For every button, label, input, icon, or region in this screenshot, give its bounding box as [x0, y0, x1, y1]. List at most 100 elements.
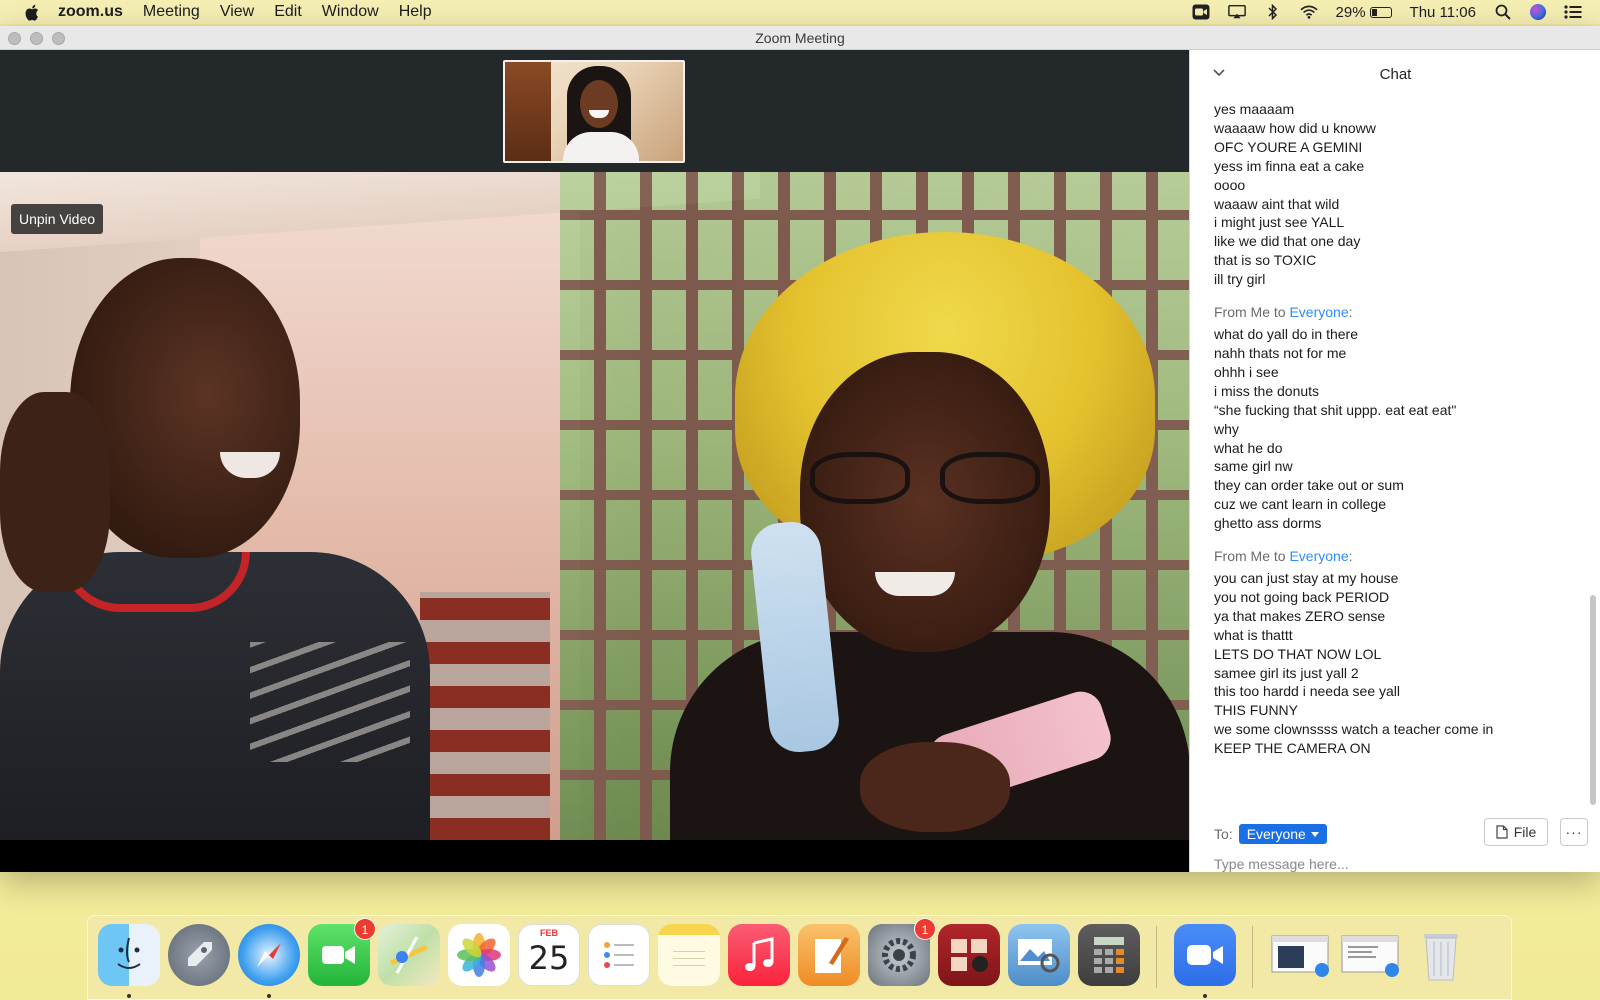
- wifi-icon[interactable]: [1299, 4, 1318, 20]
- maps-icon[interactable]: [378, 924, 440, 986]
- menu-help[interactable]: Help: [399, 3, 432, 21]
- status-area: 29% Thu 11:06: [1192, 0, 1582, 24]
- apple-menu-icon[interactable]: [16, 4, 46, 21]
- chat-message: cuz we cant learn in college: [1214, 496, 1386, 513]
- participant-video-thumbnail[interactable]: [503, 60, 685, 163]
- chat-message: you can just stay at my house: [1214, 570, 1399, 587]
- zoom-meeting-window: Zoom Meeting Unpin Video Chat yes maaaam…: [0, 26, 1600, 872]
- chat-message: this too hardd i needa see yall: [1214, 683, 1401, 700]
- chat-message: ghetto ass dorms: [1214, 515, 1322, 532]
- system-preferences-badge: 1: [914, 918, 936, 940]
- pages-icon[interactable]: [798, 924, 860, 986]
- recipient-name: Everyone: [1289, 304, 1349, 321]
- menu-app-name[interactable]: zoom.us: [58, 3, 123, 21]
- preview-icon[interactable]: [1008, 924, 1070, 986]
- clock[interactable]: Thu 11:06: [1410, 4, 1476, 21]
- to-label: To:: [1214, 826, 1233, 842]
- airplay-icon[interactable]: [1227, 4, 1246, 20]
- notes-icon[interactable]: [658, 924, 720, 986]
- facetime-icon[interactable]: 1: [308, 918, 376, 986]
- calendar-month: FEB: [540, 928, 558, 938]
- more-options-button[interactable]: ···: [1560, 818, 1588, 846]
- calculator-icon[interactable]: [1078, 924, 1140, 986]
- file-button[interactable]: File: [1484, 818, 1548, 846]
- running-indicator: [1203, 994, 1207, 998]
- menu-bar: zoom.us Meeting View Edit Window Help 29…: [0, 0, 1600, 24]
- close-window-button[interactable]: [8, 32, 21, 45]
- window-titlebar[interactable]: Zoom Meeting: [0, 26, 1600, 50]
- participant-left: [0, 252, 460, 840]
- siri-icon[interactable]: [1530, 4, 1546, 20]
- spotlight-search-icon[interactable]: [1494, 4, 1512, 20]
- safari-window-icon[interactable]: [1270, 924, 1332, 986]
- music-icon[interactable]: [728, 924, 790, 986]
- safari-icon[interactable]: [238, 924, 300, 986]
- chat-group: yes maaaam waaaaw how did u knoww OFC YO…: [1190, 100, 1600, 289]
- calendar-day: 25: [528, 939, 570, 977]
- chat-scrollbar[interactable]: [1590, 595, 1596, 805]
- chat-message: why: [1214, 420, 1239, 437]
- zoom-status-icon[interactable]: [1192, 4, 1210, 20]
- chat-message: ohhh i see: [1214, 363, 1279, 380]
- chat-message: that is so TOXIC: [1214, 252, 1317, 269]
- chat-sender-header: From Me to Everyone:: [1214, 547, 1600, 565]
- reminders-icon[interactable]: [588, 924, 650, 986]
- chat-message: yess im finna eat a cake: [1214, 157, 1365, 174]
- chat-message-list[interactable]: yes maaaam waaaaw how did u knoww OFC YO…: [1190, 100, 1600, 780]
- photo-booth-icon[interactable]: [938, 924, 1000, 986]
- recipient-row: To: Everyone: [1214, 824, 1327, 844]
- chat-message: you not going back PERIOD: [1214, 588, 1390, 605]
- chat-message: i miss the donuts: [1214, 382, 1320, 399]
- trash-icon[interactable]: [1410, 924, 1472, 986]
- chat-message: what do yall do in there: [1214, 326, 1358, 343]
- window-controls: [8, 32, 65, 45]
- chat-message: yes maaaam: [1214, 101, 1295, 117]
- video-area: Unpin Video: [0, 50, 1189, 872]
- zoom-icon[interactable]: [1174, 924, 1236, 986]
- chat-message: same girl nw: [1214, 458, 1293, 475]
- sender-suffix: :: [1348, 548, 1353, 565]
- menu-edit[interactable]: Edit: [274, 3, 302, 21]
- menu-meeting[interactable]: Meeting: [143, 3, 200, 21]
- bluetooth-icon[interactable]: [1264, 4, 1282, 20]
- battery-icon: [1369, 6, 1392, 18]
- chat-title: Chat: [1379, 66, 1412, 83]
- zoom-window-button[interactable]: [52, 32, 65, 45]
- running-indicator: [267, 994, 271, 998]
- chat-message: OFC YOURE A GEMINI: [1214, 138, 1363, 155]
- facetime-badge: 1: [354, 918, 376, 940]
- chat-message: waaaaw how did u knoww: [1214, 119, 1376, 136]
- finder-icon[interactable]: [98, 924, 160, 986]
- caret-down-icon: [1310, 831, 1319, 837]
- minimize-window-button[interactable]: [30, 32, 43, 45]
- running-indicator: [127, 994, 131, 998]
- chat-message-input[interactable]: [1214, 856, 1584, 872]
- dock-separator: [1156, 926, 1157, 988]
- meeting-bottom-bar: [0, 840, 1189, 872]
- chat-message: “she fucking that shit uppp. eat eat eat…: [1214, 401, 1457, 418]
- participant-right: [650, 232, 1189, 840]
- sender-prefix: From Me to: [1214, 304, 1286, 321]
- battery-percent: 29%: [1335, 3, 1366, 21]
- recipient-dropdown[interactable]: Everyone: [1238, 824, 1327, 844]
- chat-message: KEEP THE CAMERA ON: [1214, 740, 1371, 757]
- launchpad-icon[interactable]: [168, 924, 230, 986]
- document-window-icon[interactable]: [1340, 924, 1402, 986]
- battery-indicator[interactable]: 29%: [1336, 4, 1392, 21]
- chat-message: oooo: [1214, 176, 1246, 193]
- unpin-video-button[interactable]: Unpin Video: [11, 204, 104, 234]
- chat-message: what he do: [1214, 439, 1283, 456]
- calendar-icon[interactable]: FEB 25: [518, 924, 580, 986]
- notification-center-icon[interactable]: [1564, 4, 1582, 20]
- system-preferences-icon[interactable]: 1: [868, 918, 936, 986]
- pinned-video-feed[interactable]: [0, 172, 1189, 840]
- chat-panel: Chat yes maaaam waaaaw how did u knoww O…: [1189, 50, 1600, 872]
- chat-message: nahh thats not for me: [1214, 344, 1347, 361]
- chat-message: what is thattt: [1214, 626, 1293, 643]
- chat-message: THIS FUNNY: [1214, 702, 1298, 719]
- window-title: Zoom Meeting: [755, 30, 845, 46]
- menu-view[interactable]: View: [220, 3, 254, 21]
- photos-icon[interactable]: [448, 924, 510, 986]
- file-button-label: File: [1513, 824, 1537, 840]
- menu-window[interactable]: Window: [322, 3, 379, 21]
